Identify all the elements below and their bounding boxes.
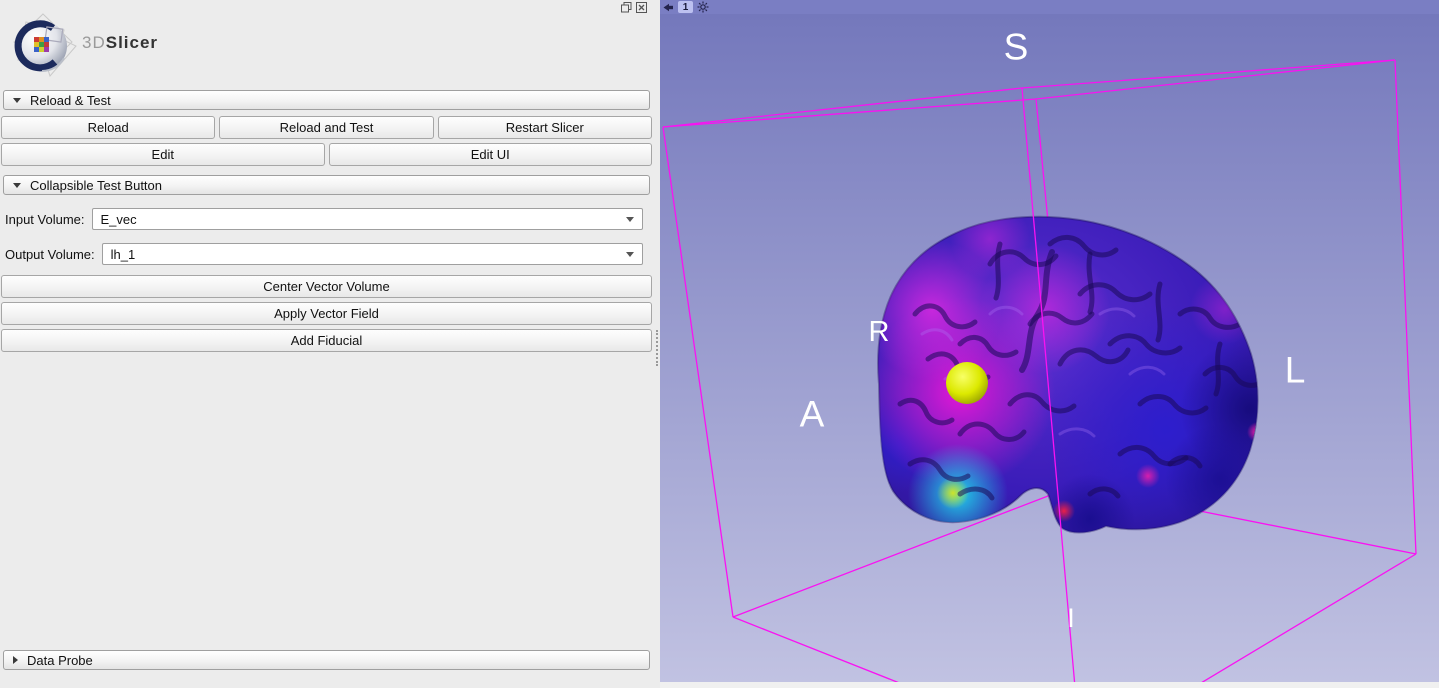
float-window-icon[interactable]: [621, 2, 632, 13]
brand-slicer: Slicer: [106, 33, 158, 52]
edit-button[interactable]: Edit: [1, 143, 325, 166]
collapse-arrow-icon: [13, 98, 21, 103]
brand-3d: 3D: [82, 33, 106, 52]
threed-scene: S R A L I: [660, 14, 1439, 682]
threed-view: 1: [660, 0, 1439, 688]
slicer-logo: 3DSlicer: [6, 12, 653, 80]
add-fiducial-button[interactable]: Add Fiducial: [1, 329, 652, 352]
threed-viewport[interactable]: S R A L I: [660, 14, 1439, 682]
pin-icon[interactable]: [663, 2, 674, 13]
panel-splitter[interactable]: [653, 0, 660, 688]
section-header-reload-test[interactable]: Reload & Test: [3, 90, 650, 110]
apply-vector-field-button[interactable]: Apply Vector Field: [1, 302, 652, 325]
chevron-down-icon: [626, 252, 634, 257]
view-bottom-strip: [660, 682, 1439, 688]
view-controller-bar: 1: [660, 0, 1439, 14]
reload-button-row: Reload Reload and Test Restart Slicer: [1, 116, 652, 139]
slicer-logo-mark: [6, 12, 80, 80]
input-volume-value: E_vec: [101, 212, 627, 227]
section-header-data-probe[interactable]: Data Probe: [3, 650, 650, 670]
output-volume-label: Output Volume:: [5, 247, 95, 262]
view-label[interactable]: 1: [678, 1, 693, 13]
panel-window-controls: [621, 2, 647, 13]
section-title: Collapsible Test Button: [30, 178, 162, 193]
close-icon[interactable]: [636, 2, 647, 13]
restart-slicer-button[interactable]: Restart Slicer: [438, 116, 652, 139]
orientation-label-left: L: [1285, 350, 1306, 391]
input-volume-combobox[interactable]: E_vec: [92, 208, 644, 230]
section-header-collapsible-test[interactable]: Collapsible Test Button: [3, 175, 650, 195]
chevron-down-icon: [626, 217, 634, 222]
section-title: Reload & Test: [30, 93, 111, 108]
reload-button[interactable]: Reload: [1, 116, 215, 139]
brain-model: [852, 199, 1320, 564]
orientation-label-inferior: I: [1067, 603, 1075, 633]
input-volume-row: Input Volume: E_vec: [5, 208, 643, 230]
orientation-label-right: R: [869, 316, 890, 348]
view-options-gear-icon[interactable]: [697, 1, 709, 13]
fiducial-marker[interactable]: [946, 362, 988, 404]
output-volume-combobox[interactable]: lh_1: [102, 243, 643, 265]
splitter-handle: [656, 330, 658, 366]
orientation-label-anterior: A: [800, 394, 825, 435]
reload-and-test-button[interactable]: Reload and Test: [219, 116, 433, 139]
slicer-brand-text: 3DSlicer: [82, 33, 158, 53]
output-volume-row: Output Volume: lh_1: [5, 243, 643, 265]
collapsed-arrow-icon: [13, 656, 18, 664]
edit-ui-button[interactable]: Edit UI: [329, 143, 653, 166]
collapse-arrow-icon: [13, 183, 21, 188]
edit-button-row: Edit Edit UI: [1, 143, 652, 166]
section-title: Data Probe: [27, 653, 93, 668]
orientation-label-superior: S: [1004, 27, 1029, 68]
center-vector-volume-button[interactable]: Center Vector Volume: [1, 275, 652, 298]
module-panel: 3DSlicer Reload & Test Reload Reload and…: [0, 0, 653, 688]
input-volume-label: Input Volume:: [5, 212, 85, 227]
output-volume-value: lh_1: [111, 247, 626, 262]
